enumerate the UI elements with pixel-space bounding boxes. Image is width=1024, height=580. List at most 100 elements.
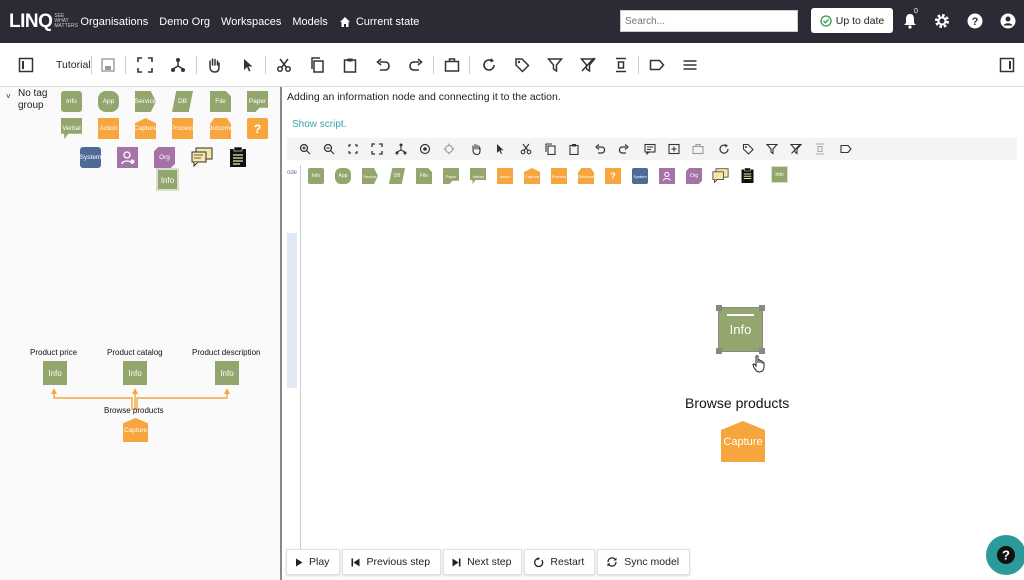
redo-icon[interactable] bbox=[408, 57, 424, 73]
product-description-node[interactable]: Info bbox=[215, 361, 239, 385]
canvas-palette-clipboard-icon[interactable] bbox=[740, 167, 755, 184]
refresh-icon[interactable] bbox=[718, 143, 730, 155]
layout-icon[interactable] bbox=[395, 143, 407, 155]
cut-icon[interactable] bbox=[276, 57, 292, 73]
previous-step-button[interactable]: Previous step bbox=[342, 549, 442, 575]
label-icon[interactable] bbox=[649, 57, 665, 73]
briefcase-icon[interactable] bbox=[692, 143, 704, 155]
toggle-right-panel-icon[interactable] bbox=[999, 57, 1015, 73]
canvas-palette-verbal[interactable]: Verbal bbox=[470, 168, 486, 184]
palette-info-document[interactable]: Info bbox=[156, 168, 179, 191]
canvas-palette-system[interactable]: System bbox=[632, 168, 648, 184]
canvas-palette-process[interactable]: Process bbox=[551, 168, 567, 184]
search-input[interactable] bbox=[620, 10, 798, 32]
canvas-palette-info[interactable]: Info bbox=[308, 168, 324, 184]
palette-person[interactable] bbox=[117, 147, 138, 168]
target-icon[interactable] bbox=[419, 143, 431, 155]
refresh-icon[interactable] bbox=[481, 57, 497, 73]
product-price-node[interactable]: Info bbox=[43, 361, 67, 385]
clear-filter-icon[interactable] bbox=[790, 143, 802, 155]
palette-app[interactable]: App bbox=[98, 91, 119, 112]
align-center-icon[interactable] bbox=[814, 143, 826, 155]
canvas-palette-capture[interactable]: Capture bbox=[524, 168, 540, 184]
select-pointer-icon[interactable] bbox=[240, 57, 256, 73]
align-center-icon[interactable] bbox=[613, 57, 629, 73]
canvas-palette-org[interactable]: Org bbox=[686, 168, 702, 184]
fit-screen-icon[interactable] bbox=[371, 143, 383, 155]
label-icon[interactable] bbox=[840, 143, 852, 155]
layout-icon[interactable] bbox=[170, 57, 186, 73]
palette-question[interactable]: ? bbox=[247, 118, 268, 139]
nav-models[interactable]: Models bbox=[292, 16, 327, 28]
save-icon[interactable] bbox=[100, 57, 116, 73]
resize-handle[interactable] bbox=[759, 348, 765, 354]
canvas-palette-info-document[interactable]: Info bbox=[771, 166, 788, 183]
fit-screen-icon[interactable] bbox=[137, 57, 153, 73]
palette-chat-icon[interactable] bbox=[191, 147, 213, 168]
help-icon[interactable]: ? bbox=[966, 12, 984, 30]
canvas-palette-service[interactable]: Service bbox=[362, 168, 378, 184]
canvas-palette-paper[interactable]: Paper bbox=[443, 168, 459, 184]
zoom-in-icon[interactable] bbox=[299, 143, 311, 155]
select-pointer-icon[interactable] bbox=[494, 143, 506, 155]
nav-current-state[interactable]: Current state bbox=[339, 16, 431, 28]
palette-system[interactable]: System bbox=[80, 147, 101, 168]
palette-outcome[interactable]: Outcome bbox=[210, 118, 231, 139]
canvas-left-scroll-area[interactable] bbox=[287, 233, 297, 388]
pan-hand-icon[interactable] bbox=[206, 57, 222, 73]
canvas-palette-person[interactable] bbox=[659, 168, 675, 184]
palette-file[interactable]: File bbox=[210, 91, 231, 112]
tag-icon[interactable] bbox=[742, 143, 754, 155]
nav-organisations[interactable]: Organisations bbox=[80, 16, 148, 28]
product-catalog-node[interactable]: Info bbox=[123, 361, 147, 385]
palette-info[interactable]: Info bbox=[61, 91, 82, 112]
canvas-palette-file[interactable]: File bbox=[416, 168, 432, 184]
copy-icon[interactable] bbox=[544, 143, 556, 155]
clear-filter-icon[interactable] bbox=[580, 57, 596, 73]
panel-splitter[interactable] bbox=[280, 87, 282, 580]
undo-icon[interactable] bbox=[594, 143, 606, 155]
linq-logo[interactable]: LINQ SEE WHAT MATTERS bbox=[9, 11, 78, 33]
resize-handle[interactable] bbox=[716, 305, 722, 311]
filter-icon[interactable] bbox=[766, 143, 778, 155]
tag-icon[interactable] bbox=[514, 57, 530, 73]
palette-action[interactable]: Action bbox=[98, 118, 119, 139]
canvas-palette-db[interactable]: DB bbox=[389, 168, 405, 184]
browse-products-capture[interactable]: Capture bbox=[721, 421, 765, 462]
filter-icon[interactable] bbox=[547, 57, 563, 73]
sync-model-button[interactable]: Sync model bbox=[597, 549, 691, 575]
resize-handle[interactable] bbox=[716, 348, 722, 354]
paste-icon[interactable] bbox=[342, 57, 358, 73]
copy-icon[interactable] bbox=[309, 57, 325, 73]
nav-demo-org[interactable]: Demo Org bbox=[159, 16, 210, 28]
redo-icon[interactable] bbox=[618, 143, 630, 155]
next-step-button[interactable]: Next step bbox=[443, 549, 523, 575]
nav-workspaces[interactable]: Workspaces bbox=[221, 16, 281, 28]
paste-icon[interactable] bbox=[568, 143, 580, 155]
comment-icon[interactable] bbox=[644, 143, 656, 155]
pan-hand-icon[interactable] bbox=[470, 143, 482, 155]
play-button[interactable]: Play bbox=[286, 549, 341, 575]
zoom-out-icon[interactable] bbox=[323, 143, 335, 155]
undo-icon[interactable] bbox=[375, 57, 391, 73]
up-to-date-button[interactable]: Up to date bbox=[811, 8, 893, 33]
add-box-icon[interactable] bbox=[668, 143, 680, 155]
palette-process[interactable]: Process bbox=[171, 118, 194, 139]
gear-icon[interactable] bbox=[933, 12, 951, 30]
canvas-palette-question[interactable]: ? bbox=[605, 168, 621, 184]
info-node-selected[interactable]: Info bbox=[718, 307, 763, 352]
palette-clipboard-icon[interactable] bbox=[228, 146, 248, 168]
toggle-left-panel-icon[interactable] bbox=[18, 57, 34, 73]
cut-icon[interactable] bbox=[520, 143, 532, 155]
tag-group-label[interactable]: No tag group bbox=[18, 88, 58, 112]
crosshair-icon[interactable] bbox=[443, 143, 455, 155]
canvas-palette-chat-icon[interactable] bbox=[712, 168, 729, 184]
palette-org[interactable]: Org bbox=[154, 147, 175, 168]
restart-button[interactable]: Restart bbox=[524, 549, 596, 575]
account-icon[interactable] bbox=[999, 12, 1017, 30]
fit-selection-icon[interactable] bbox=[347, 143, 359, 155]
menu-icon[interactable] bbox=[682, 57, 698, 73]
briefcase-icon[interactable] bbox=[444, 57, 460, 73]
canvas-palette-app[interactable]: App bbox=[335, 168, 351, 184]
show-script-link[interactable]: Show script. bbox=[292, 119, 346, 130]
